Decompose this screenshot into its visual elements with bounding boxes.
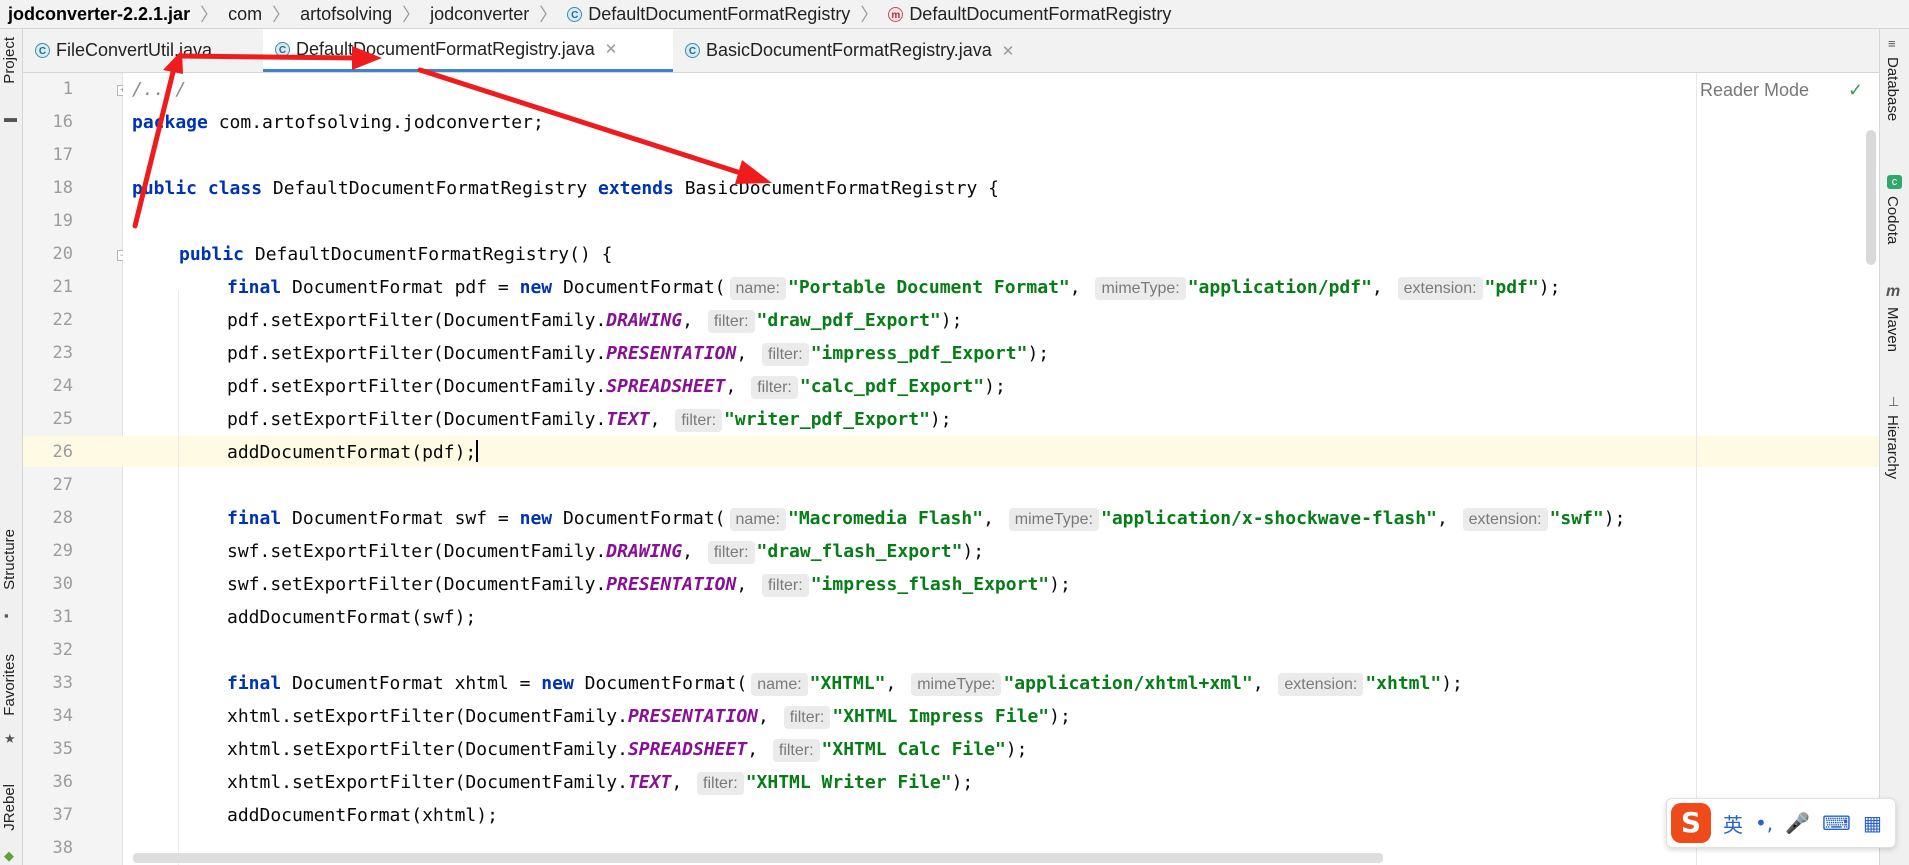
annotation-arrow xyxy=(132,50,183,229)
sogou-logo[interactable]: S xyxy=(1671,803,1711,843)
ime-language-toggle[interactable]: 英 xyxy=(1723,809,1743,838)
ime-toolbar: S 英 •, 🎤 ⌨ ▦ xyxy=(1666,798,1896,848)
annotation-arrows xyxy=(132,46,772,229)
ime-punctuation-toggle[interactable]: •, xyxy=(1755,811,1773,835)
annotation-arrow xyxy=(417,67,772,184)
apps-grid-icon[interactable]: ▦ xyxy=(1863,811,1882,835)
keyboard-icon[interactable]: ⌨ xyxy=(1822,811,1851,835)
annotation-arrow xyxy=(177,46,382,70)
microphone-icon[interactable]: 🎤 xyxy=(1785,811,1810,835)
